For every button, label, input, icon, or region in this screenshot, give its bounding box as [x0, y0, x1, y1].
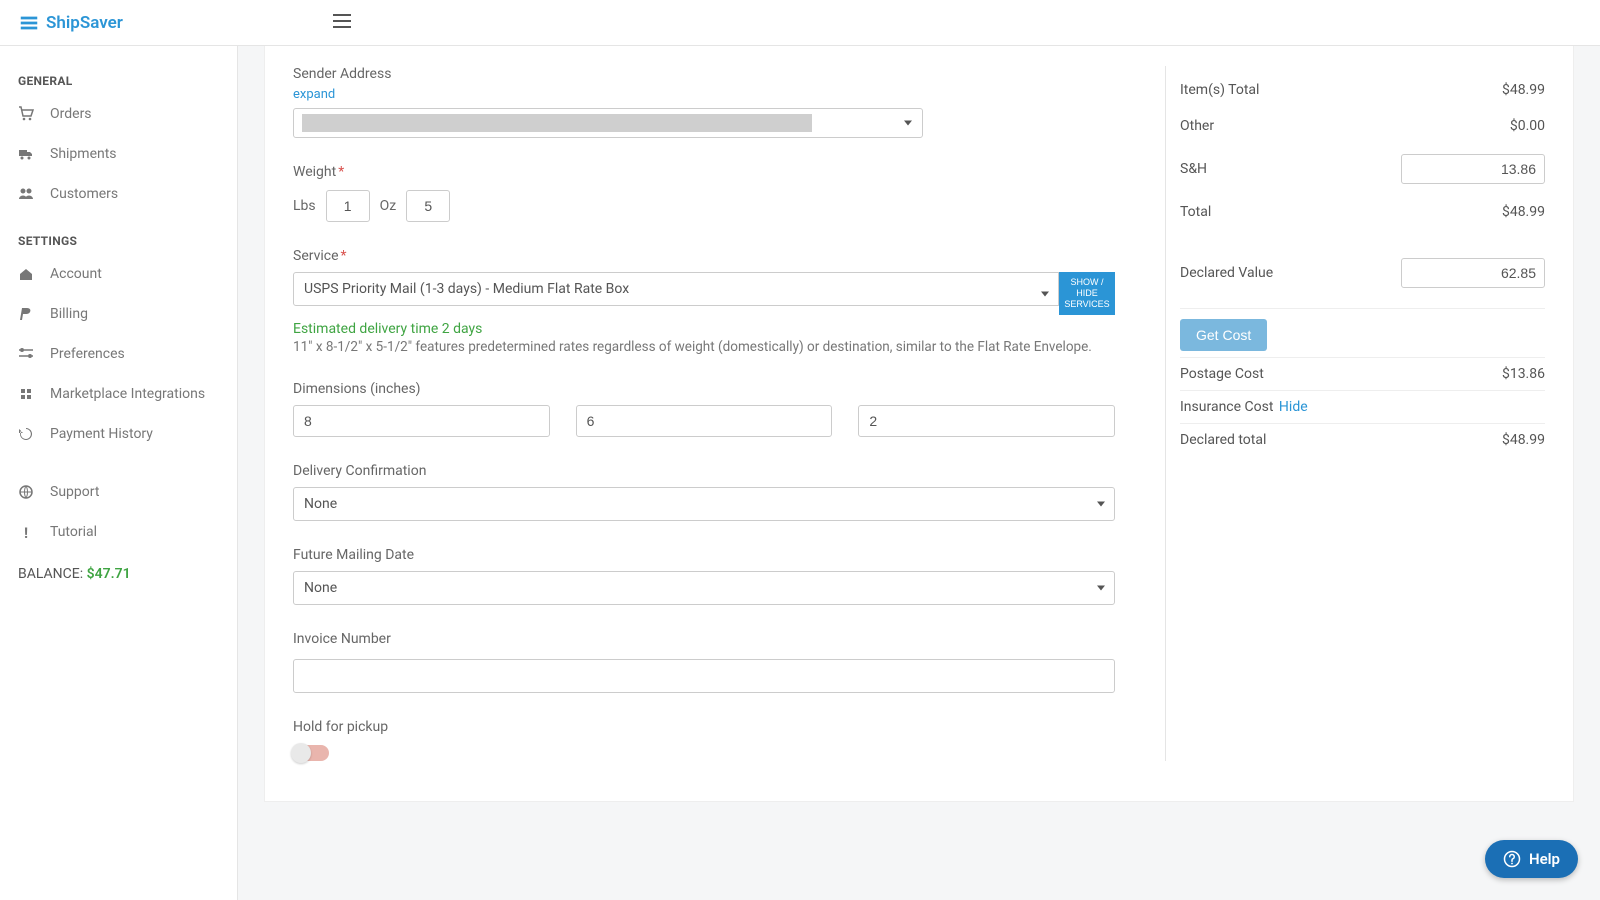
- invoice-number-input[interactable]: [293, 659, 1115, 693]
- sidebar-item-label: Account: [50, 266, 102, 282]
- postage-cost-label: Postage Cost: [1180, 366, 1264, 382]
- sidebar-item-tutorial[interactable]: ! Tutorial: [0, 512, 237, 552]
- dimension-length-input[interactable]: [293, 405, 550, 437]
- sidebar-item-preferences[interactable]: Preferences: [0, 334, 237, 374]
- history-icon: [18, 426, 34, 442]
- balance-amount: $47.71: [87, 566, 131, 582]
- balance-label: BALANCE:: [18, 566, 83, 582]
- lbs-label: Lbs: [293, 198, 316, 214]
- oz-input[interactable]: [406, 190, 450, 222]
- service-description: 11" x 8-1/2" x 5-1/2" features predeterm…: [293, 339, 1115, 355]
- future-mailing-select[interactable]: None: [293, 571, 1115, 605]
- insurance-cost-label: Insurance Cost: [1180, 399, 1273, 415]
- sidebar-heading-general: GENERAL: [0, 68, 237, 94]
- sidebar-heading-settings: SETTINGS: [0, 228, 237, 254]
- weight-label: Weight*: [293, 164, 1115, 180]
- items-total-value: $48.99: [1502, 82, 1545, 98]
- hold-pickup-label: Hold for pickup: [293, 719, 1115, 735]
- brand-icon: [18, 12, 40, 34]
- items-total-label: Item(s) Total: [1180, 82, 1259, 98]
- declared-total-value: $48.99: [1502, 432, 1545, 448]
- declared-total-label: Declared total: [1180, 432, 1266, 448]
- users-icon: [18, 186, 34, 202]
- dimension-height-input[interactable]: [858, 405, 1115, 437]
- balance-row: BALANCE: $47.71: [0, 552, 237, 596]
- sliders-icon: [18, 346, 34, 362]
- future-mailing-label: Future Mailing Date: [293, 547, 1115, 563]
- globe-icon: [18, 484, 34, 500]
- brand-logo[interactable]: ShipSaver: [18, 12, 123, 34]
- sidebar-item-billing[interactable]: Billing: [0, 294, 237, 334]
- postage-cost-value: $13.86: [1502, 366, 1545, 382]
- declared-value-input[interactable]: [1401, 258, 1545, 288]
- sidebar-item-label: Support: [50, 484, 99, 500]
- dimensions-label: Dimensions (inches): [293, 381, 1115, 397]
- sender-address-label: Sender Address: [293, 66, 1115, 82]
- help-button[interactable]: Help: [1485, 840, 1578, 878]
- sidebar-item-label: Shipments: [50, 146, 117, 162]
- sidebar-item-label: Customers: [50, 186, 118, 202]
- invoice-number-label: Invoice Number: [293, 631, 1115, 647]
- sidebar-item-shipments[interactable]: Shipments: [0, 134, 237, 174]
- other-value: $0.00: [1510, 118, 1545, 134]
- sh-input[interactable]: [1401, 154, 1545, 184]
- service-select[interactable]: USPS Priority Mail (1-3 days) - Medium F…: [293, 272, 1059, 306]
- declared-value-label: Declared Value: [1180, 265, 1273, 281]
- oz-label: Oz: [380, 198, 397, 214]
- home-icon: [18, 266, 34, 282]
- sidebar-item-account[interactable]: Account: [0, 254, 237, 294]
- hamburger-icon: [333, 14, 351, 28]
- cart-icon: [18, 106, 34, 122]
- expand-link[interactable]: expand: [293, 87, 335, 102]
- delivery-confirmation-label: Delivery Confirmation: [293, 463, 1115, 479]
- truck-icon: [18, 146, 34, 162]
- total-label: Total: [1180, 204, 1211, 220]
- menu-toggle-button[interactable]: [333, 14, 351, 32]
- help-icon: [1503, 850, 1521, 868]
- summary-panel: Item(s) Total $48.99 Other $0.00 S&H Tot…: [1165, 66, 1545, 761]
- dimension-width-input[interactable]: [576, 405, 833, 437]
- sidebar-item-label: Payment History: [50, 426, 153, 442]
- exclamation-icon: !: [18, 524, 34, 540]
- sidebar-item-label: Billing: [50, 306, 88, 322]
- insurance-hide-link[interactable]: Hide: [1279, 399, 1308, 415]
- content-area: Sender Address expand Weight* Lbs Oz Ser…: [238, 46, 1600, 900]
- sidebar-item-label: Marketplace Integrations: [50, 386, 205, 402]
- sidebar-item-label: Tutorial: [50, 524, 97, 540]
- sidebar-item-payment-history[interactable]: Payment History: [0, 414, 237, 454]
- lbs-input[interactable]: [326, 190, 370, 222]
- total-value: $48.99: [1502, 204, 1545, 220]
- sidebar: GENERAL Orders Shipments Customers SETTI…: [0, 46, 238, 900]
- sidebar-item-orders[interactable]: Orders: [0, 94, 237, 134]
- paypal-icon: [18, 306, 34, 322]
- delivery-confirmation-select[interactable]: None: [293, 487, 1115, 521]
- show-hide-services-button[interactable]: SHOW / HIDE SERVICES: [1059, 272, 1115, 315]
- brand-name: ShipSaver: [46, 13, 123, 33]
- sidebar-item-customers[interactable]: Customers: [0, 174, 237, 214]
- sidebar-item-label: Preferences: [50, 346, 125, 362]
- sidebar-item-support[interactable]: Support: [0, 472, 237, 512]
- estimated-delivery-text: Estimated delivery time 2 days: [293, 321, 1115, 337]
- sender-address-select[interactable]: [293, 108, 923, 138]
- hold-pickup-toggle[interactable]: [293, 745, 329, 761]
- help-label: Help: [1529, 850, 1560, 868]
- sh-label: S&H: [1180, 161, 1207, 177]
- get-cost-button[interactable]: Get Cost: [1180, 319, 1267, 351]
- sidebar-item-integrations[interactable]: Marketplace Integrations: [0, 374, 237, 414]
- other-label: Other: [1180, 118, 1214, 134]
- sidebar-item-label: Orders: [50, 106, 92, 122]
- service-label: Service*: [293, 248, 1115, 264]
- integration-icon: [18, 386, 34, 402]
